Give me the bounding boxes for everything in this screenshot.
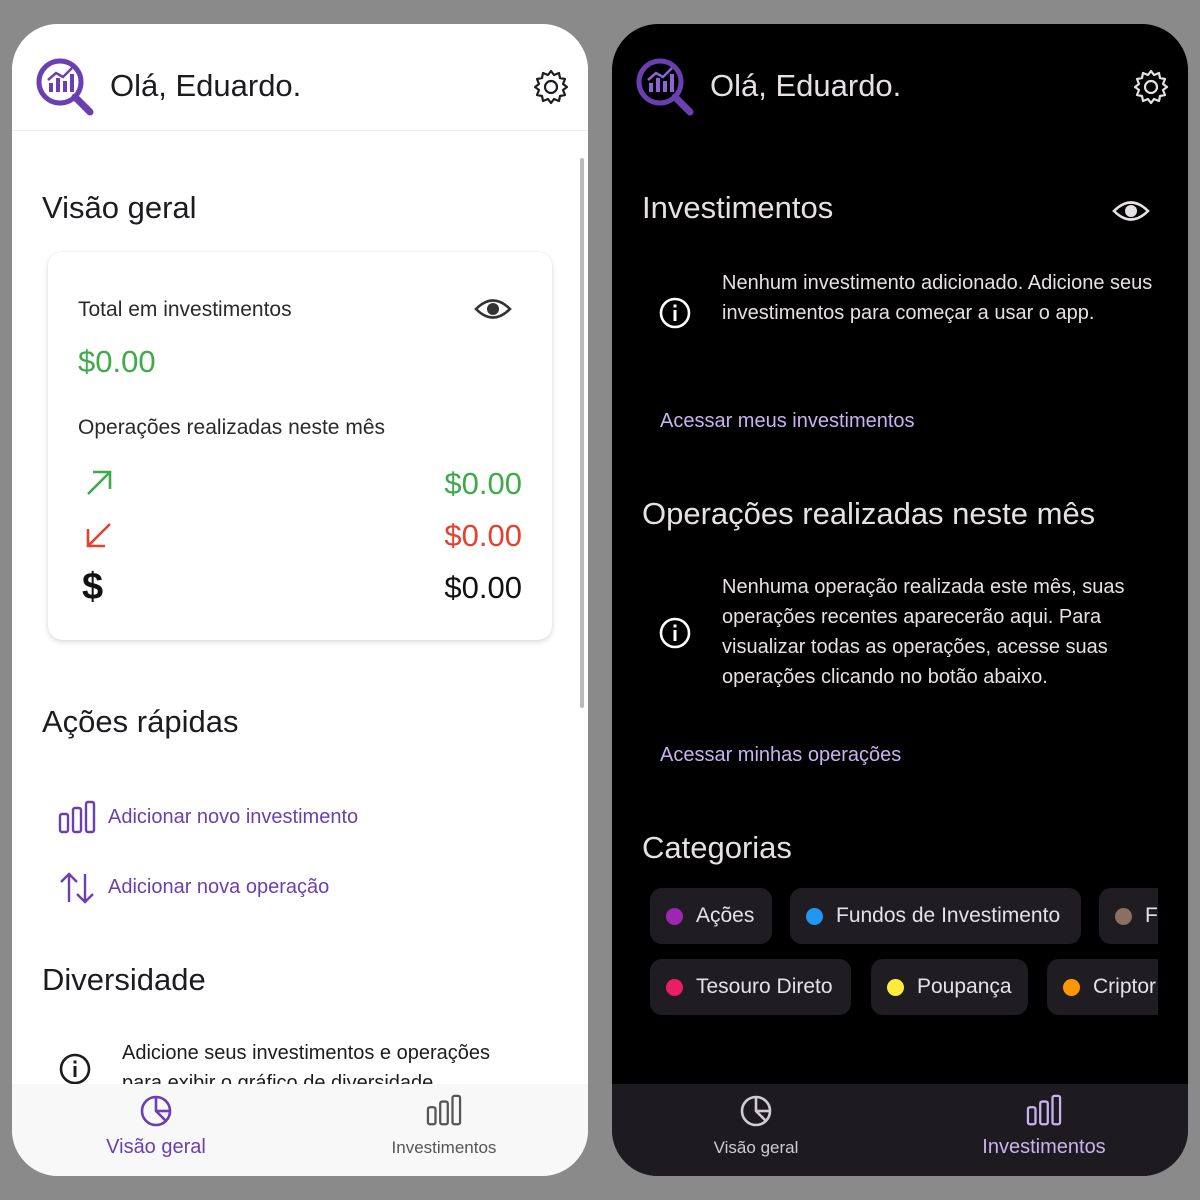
light-phone-screen: Olá, Eduardo. Visão geral Total em inves… (12, 24, 588, 1176)
category-chip-poupanca[interactable]: Poupança (871, 959, 1028, 1015)
access-investments-link[interactable]: Acessar meus investimentos (660, 410, 915, 433)
add-investment-label: Adicionar novo investimento (108, 806, 359, 828)
category-label: Criptor (1093, 975, 1157, 998)
income-value: $0.00 (444, 466, 522, 501)
app-bar: Olá, Eduardo. (612, 24, 1188, 130)
greeting-text: Olá, Eduardo. (710, 68, 902, 103)
pie-chart-icon (740, 1095, 772, 1127)
income-operations-row: $0.00 (78, 462, 522, 506)
dark-phone-screen: Olá, Eduardo. Investimentos Nenhum inves… (612, 24, 1188, 1176)
visibility-eye-icon[interactable] (1112, 198, 1150, 224)
bar-chart-icon (1026, 1094, 1062, 1126)
categories-chip-group: Ações Fundos de Investimento F Tesouro D… (650, 888, 1158, 1028)
pie-chart-icon (140, 1095, 172, 1127)
category-chip-fundos[interactable]: Fundos de Investimento (790, 888, 1081, 944)
bottom-navigation: Visão geral Investimentos (612, 1084, 1188, 1176)
settings-gear-icon[interactable] (532, 68, 570, 106)
settings-gear-icon[interactable] (1132, 68, 1170, 106)
arrow-down-left-icon (86, 523, 111, 548)
info-icon (659, 297, 691, 329)
nav-tab-overview-label: Visão geral (106, 1136, 206, 1158)
greeting-text: Olá, Eduardo. (110, 68, 302, 103)
category-label: Ações (696, 904, 755, 927)
category-dot (1115, 908, 1132, 925)
swap-vertical-icon (60, 872, 94, 904)
nav-tab-investments-label: Investimentos (982, 1136, 1106, 1158)
investments-summary-card: Total em investimentos $0.00 Operações r… (48, 252, 552, 640)
quick-actions-title: Ações rápidas (42, 704, 239, 739)
nav-tab-overview[interactable]: Visão geral (612, 1084, 900, 1176)
category-dot (1063, 979, 1080, 996)
app-logo-icon (636, 58, 694, 116)
diversity-info: Adicione seus investimentos e operações … (58, 1038, 538, 1084)
overview-title: Visão geral (42, 190, 197, 225)
app-logo-icon (36, 58, 94, 116)
info-icon (59, 1053, 91, 1084)
category-label: Fundos de Investimento (836, 904, 1061, 927)
monthly-operations-label: Operações realizadas neste mês (78, 416, 385, 439)
access-operations-link[interactable]: Acessar minhas operações (660, 744, 901, 767)
nav-tab-investments[interactable]: Investimentos (300, 1084, 588, 1176)
investments-info: Nenhum investimento adicionado. Adicione… (658, 268, 1158, 360)
bar-chart-icon (426, 1094, 462, 1126)
category-label: Tesouro Direto (696, 975, 833, 998)
bar-chart-icon (58, 800, 96, 834)
outcome-operations-row: $0.00 (78, 514, 522, 558)
arrow-up-right-icon (87, 470, 112, 495)
total-investments-label: Total em investimentos (78, 298, 292, 321)
dollar-icon: $ (82, 566, 104, 608)
investments-info-text: Nenhum investimento adicionado. Adicione… (722, 272, 1153, 324)
nav-tab-investments[interactable]: Investimentos (900, 1084, 1188, 1176)
category-dot (666, 908, 683, 925)
nav-tab-investments-label: Investimentos (391, 1138, 497, 1157)
add-operation-label: Adicionar nova operação (108, 876, 330, 898)
operations-info-text: Nenhuma operação realizada este mês, sua… (722, 576, 1125, 688)
category-chip-cripto[interactable]: Criptor (1047, 959, 1158, 1015)
info-icon (659, 617, 691, 649)
category-dot (806, 908, 823, 925)
outcome-value: $0.00 (444, 518, 522, 553)
category-label: F (1145, 904, 1158, 927)
diversity-title: Diversidade (42, 962, 206, 997)
categories-title: Categorias (642, 830, 792, 865)
total-investments-value: $0.00 (78, 344, 156, 379)
operations-info: Nenhuma operação realizada este mês, sua… (658, 572, 1158, 694)
add-investment-button[interactable]: Adicionar novo investimento (58, 798, 458, 838)
bottom-navigation: Visão geral Investimentos (12, 1084, 588, 1176)
visibility-eye-icon[interactable] (474, 296, 512, 322)
category-dot (887, 979, 904, 996)
add-operation-button[interactable]: Adicionar nova operação (58, 868, 458, 908)
nav-tab-overview[interactable]: Visão geral (12, 1084, 300, 1176)
category-chip-partial[interactable]: F (1099, 888, 1158, 944)
scrollbar[interactable] (580, 158, 584, 708)
app-bar: Olá, Eduardo. (12, 24, 588, 131)
balance-value: $0.00 (444, 570, 522, 605)
operations-title: Operações realizadas neste mês (642, 496, 1096, 531)
diversity-info-text: Adicione seus investimentos e operações … (122, 1042, 490, 1084)
category-chip-tesouro[interactable]: Tesouro Direto (650, 959, 851, 1015)
balance-operations-row: $ $0.00 (78, 566, 522, 610)
investments-scroll-area[interactable]: Investimentos Nenhum investimento adicio… (612, 130, 1188, 1084)
investments-title: Investimentos (642, 190, 834, 225)
nav-tab-overview-label: Visão geral (713, 1138, 799, 1157)
category-label: Poupança (917, 975, 1012, 998)
overview-scroll-area[interactable]: Visão geral Total em investimentos $0.00… (12, 130, 588, 1084)
category-dot (666, 979, 683, 996)
category-chip-acoes[interactable]: Ações (650, 888, 772, 944)
